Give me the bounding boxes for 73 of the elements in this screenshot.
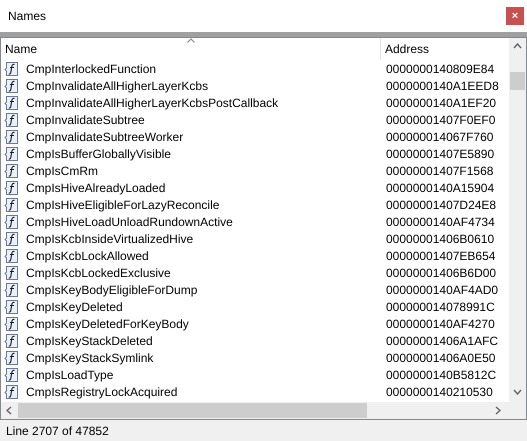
table-cell-text: 0000000140B5812C — [385, 366, 496, 384]
table-cell-text: CmpIsKcbLockAllowed — [26, 248, 149, 264]
table-cell-text: CmpIsKeyDeleted — [26, 298, 123, 316]
vertical-scrollbar[interactable] — [509, 38, 526, 402]
table-cell-text: CmpIsHiveEligibleForLazyReconcile — [26, 196, 220, 214]
table-cell-text: 00000001406A1AFC — [385, 332, 498, 350]
column-header[interactable]: Name — [1, 38, 381, 60]
function-icon — [4, 248, 20, 264]
function-icon — [4, 146, 20, 162]
table-cell-text: CmpIsKeyDeletedForKeyBody — [26, 316, 189, 332]
table-cell-text: CmpIsKcbLockedExclusive — [26, 264, 171, 282]
column-header[interactable]: Address — [381, 38, 509, 60]
function-icon — [4, 230, 20, 246]
function-icon — [4, 332, 20, 348]
table-cell-text: 0000000140A1EF20 — [385, 94, 496, 112]
scroll-right-icon[interactable] — [495, 406, 501, 415]
table-cell-text: 00000001407EB654 — [385, 248, 496, 264]
table-cell-text: CmpIsKcbInsideVirtualizedHive — [26, 230, 194, 248]
table-cell-text: 00000001407E5890 — [385, 146, 494, 162]
table-cell-text: CmpInvalidateSubtreeWorker — [26, 128, 184, 146]
scroll-left-icon[interactable] — [6, 406, 12, 415]
function-icon — [4, 94, 20, 110]
function-icon — [4, 78, 20, 94]
table-cell-text: 0000000140A15904 — [385, 180, 494, 196]
function-icon — [4, 350, 20, 366]
function-icon — [4, 162, 20, 178]
table-cell-text: 00000001406B0610 — [385, 230, 494, 248]
table-cell-text: 0000000140AF4734 — [385, 214, 495, 230]
function-icon — [4, 60, 20, 76]
table-cell-text: 00000001406A0E50 — [385, 350, 496, 366]
close-button[interactable]: × — [506, 7, 524, 25]
horizontal-scrollbar[interactable] — [1, 402, 509, 419]
table-cell-text: CmpInvalidateSubtree — [26, 112, 145, 128]
table-cell-text: 00000001407D24E8 — [385, 196, 496, 214]
table-cell-text: 00000001406B6D00 — [385, 264, 496, 282]
table-cell-text: CmpIsHiveLoadUnloadRundownActive — [26, 214, 233, 230]
table-cell-text: 0000000140A1EED8 — [385, 78, 499, 94]
scroll-down-icon[interactable] — [513, 389, 522, 395]
table-cell-text: 000000014067F760 — [385, 128, 494, 146]
scroll-up-icon[interactable] — [513, 43, 522, 49]
table-cell-text: CmpIsLoadType — [26, 366, 114, 384]
function-icon — [4, 214, 20, 230]
function-icon — [4, 180, 20, 196]
scrollbar-thumb[interactable] — [18, 403, 367, 418]
function-icon — [4, 112, 20, 128]
table-cell-text: CmpInterlockedFunction — [26, 60, 156, 78]
table-cell-text: CmpIsCmRm — [26, 162, 98, 180]
table-cell-text: 0000000140AF4AD0 — [385, 282, 498, 298]
table-cell-text: CmpIsKeyBodyEligibleForDump — [26, 282, 198, 298]
status-text: Line 2707 of 47852 — [6, 422, 109, 440]
table-cell-text: 000000014078991C — [385, 298, 495, 316]
function-icon — [4, 196, 20, 212]
function-icon — [4, 264, 20, 280]
function-icon — [4, 298, 20, 314]
table-cell-text: CmpInvalidateAllHigherLayerKcbsPostCallback — [26, 94, 278, 112]
table-cell-text: 00000001407F1568 — [385, 162, 494, 180]
function-icon — [4, 384, 20, 400]
table-cell-text: CmpInvalidateAllHigherLayerKcbs — [26, 78, 208, 94]
table-cell-text: 00000001407F0EF0 — [385, 112, 496, 128]
table-cell-text: CmpIsBufferGloballyVisible — [26, 146, 171, 162]
function-icon — [4, 282, 20, 298]
window-title: Names — [8, 8, 46, 25]
function-icon — [4, 316, 20, 332]
table-cell-text: 0000000140210530 — [385, 384, 493, 400]
table-cell-text: 0000000140809E84 — [385, 60, 494, 78]
scrollbar-thumb[interactable] — [510, 72, 525, 90]
table-cell-text: 0000000140AF4270 — [385, 316, 495, 332]
table-cell-text: CmpIsKeyStackDeleted — [26, 332, 153, 350]
table-cell-text: CmpIsKeyStackSymlink — [26, 350, 154, 366]
function-icon — [4, 128, 20, 144]
function-icon — [4, 366, 20, 382]
table-cell-text: CmpIsRegistryLockAcquired — [26, 384, 178, 400]
table-cell-text: CmpIsHiveAlreadyLoaded — [26, 180, 166, 196]
